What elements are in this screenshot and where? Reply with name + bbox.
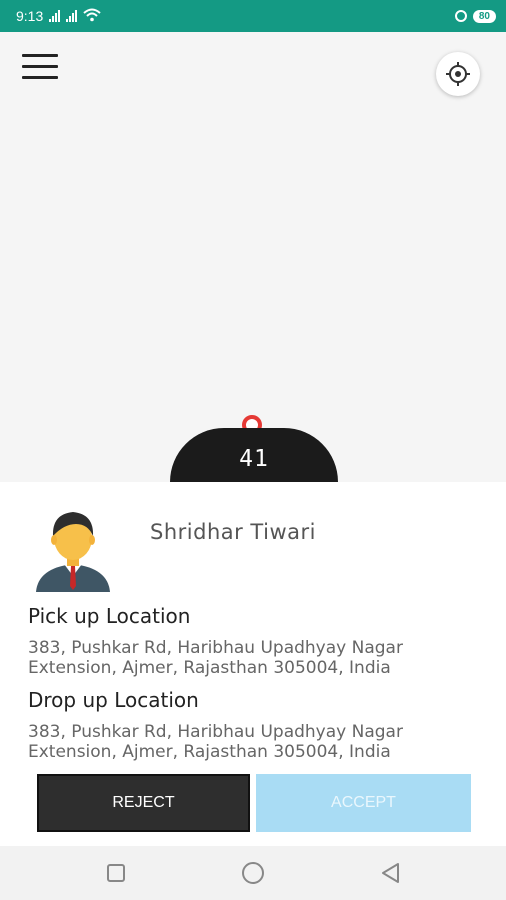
eta-countdown: 41 — [170, 428, 338, 482]
status-bar: 9:13 80 — [0, 0, 506, 32]
square-icon[interactable] — [103, 860, 129, 886]
avatar — [36, 512, 110, 592]
circle-icon[interactable] — [240, 860, 266, 886]
status-time: 9:13 — [16, 8, 44, 24]
gps-locate-icon — [446, 62, 470, 86]
map-view[interactable]: 41 — [0, 32, 506, 482]
drop-address-line2: Extension, Ajmer, Rajasthan 305004, Indi… — [28, 742, 391, 762]
status-left: 9:13 — [16, 8, 101, 25]
accept-button[interactable]: ACCEPT — [256, 774, 471, 832]
battery-icon: 80 — [472, 9, 496, 23]
pickup-address: 383, Pushkar Rd, Haribhau Upadhyay Nagar… — [28, 638, 488, 678]
triangle-back-icon[interactable] — [378, 860, 404, 886]
rider-name: Shridhar Tiwari — [150, 520, 316, 544]
status-right: 80 — [454, 9, 496, 23]
eta-count: 41 — [239, 446, 269, 472]
reject-button[interactable]: REJECT — [37, 774, 250, 832]
drop-label: Drop up Location — [28, 688, 199, 712]
signal-icon — [66, 10, 78, 22]
wifi-icon — [83, 8, 101, 25]
pickup-address-line2: Extension, Ajmer, Rajasthan 305004, Indi… — [28, 658, 391, 678]
system-nav-bar — [0, 846, 506, 900]
pickup-label: Pick up Location — [28, 604, 191, 628]
drop-address-line1: 383, Pushkar Rd, Haribhau Upadhyay Nagar — [28, 722, 403, 742]
signal-icon — [49, 10, 61, 22]
pickup-address-line1: 383, Pushkar Rd, Haribhau Upadhyay Nagar — [28, 638, 403, 658]
circle-status-icon — [454, 10, 467, 22]
hamburger-icon[interactable] — [22, 54, 58, 80]
gps-locate-button[interactable] — [436, 52, 480, 96]
ride-request-card: Shridhar Tiwari Pick up Location 383, Pu… — [0, 482, 506, 846]
drop-address: 383, Pushkar Rd, Haribhau Upadhyay Nagar… — [28, 722, 488, 762]
